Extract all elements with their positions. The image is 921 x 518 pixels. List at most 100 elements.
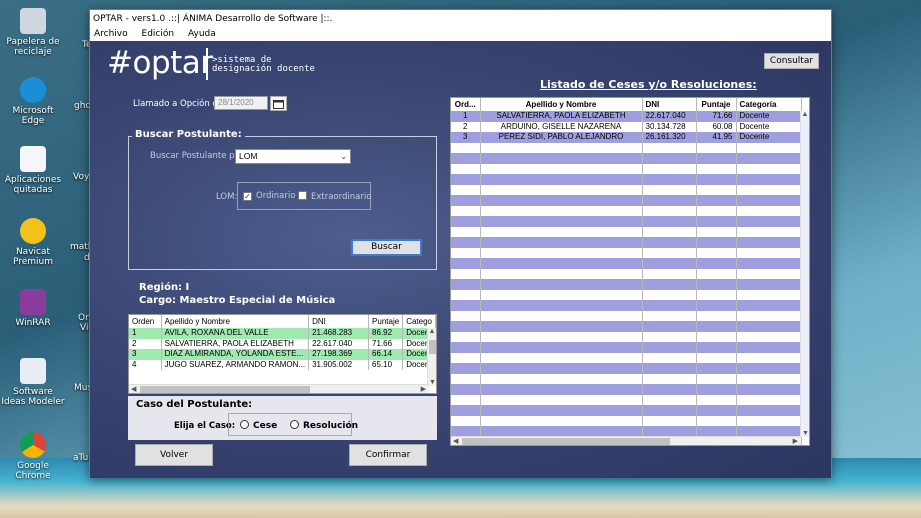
empty-table-row[interactable] bbox=[451, 279, 802, 290]
table-cell bbox=[451, 384, 481, 395]
calendar-button[interactable] bbox=[270, 96, 287, 111]
ceses-grid[interactable]: Ord... Apellido y Nombre DNI Puntaje Cat… bbox=[450, 97, 810, 446]
empty-table-row[interactable] bbox=[451, 352, 802, 363]
empty-table-row[interactable] bbox=[451, 184, 802, 195]
empty-table-row[interactable] bbox=[451, 394, 802, 405]
table-cell bbox=[480, 174, 643, 185]
col-header-puntaje[interactable]: Puntaje bbox=[696, 98, 737, 111]
empty-table-row[interactable] bbox=[451, 426, 802, 437]
table-cell bbox=[736, 258, 802, 269]
empty-table-row[interactable] bbox=[451, 342, 802, 353]
resolucion-radio[interactable]: Resolución bbox=[290, 420, 358, 431]
menu-edicion[interactable]: Edición bbox=[142, 29, 175, 39]
col-header-orden[interactable]: Ord... bbox=[451, 98, 481, 111]
table-row[interactable]: 1 AVILA, ROXANA DEL VALLE 21.468.283 86.… bbox=[129, 328, 436, 339]
scroll-up-icon[interactable]: ▲ bbox=[802, 111, 809, 118]
col-header-categoria[interactable]: Categoría bbox=[736, 98, 802, 111]
desktop-icon-chrome[interactable]: Google Chrome bbox=[0, 432, 66, 481]
edge-icon bbox=[20, 77, 46, 103]
table-cell bbox=[696, 289, 737, 300]
consultar-button[interactable]: Consultar bbox=[764, 53, 819, 69]
empty-table-row[interactable] bbox=[451, 363, 802, 374]
empty-table-row[interactable] bbox=[451, 384, 802, 395]
empty-table-row[interactable] bbox=[451, 174, 802, 185]
table-row[interactable]: 3 DIAZ ALMIRANDA, YOLANDA ESTE... 27.198… bbox=[129, 349, 436, 360]
scroll-thumb[interactable] bbox=[462, 438, 670, 445]
empty-table-row[interactable] bbox=[451, 163, 802, 174]
table-cell: 1 bbox=[129, 328, 162, 339]
scroll-down-icon[interactable]: ▼ bbox=[801, 430, 809, 437]
empty-table-row[interactable] bbox=[451, 153, 802, 164]
menu-archivo[interactable]: Archivo bbox=[94, 29, 128, 39]
volver-button[interactable]: Volver bbox=[135, 444, 213, 466]
table-cell bbox=[736, 142, 802, 153]
empty-table-row[interactable] bbox=[451, 405, 802, 416]
table-cell bbox=[480, 373, 643, 384]
empty-table-row[interactable] bbox=[451, 226, 802, 237]
scroll-right-icon[interactable]: ▶ bbox=[421, 385, 426, 393]
empty-table-row[interactable] bbox=[451, 216, 802, 227]
empty-table-row[interactable] bbox=[451, 373, 802, 384]
ordinario-checkbox[interactable]: ✓ Ordinario bbox=[243, 191, 295, 201]
desktop-icon-modeler[interactable]: Software Ideas Modeler bbox=[0, 358, 66, 407]
table-row[interactable]: 2 SALVATIERRA, PAOLA ELIZABETH 22.617.04… bbox=[129, 338, 436, 349]
cese-radio[interactable]: Cese bbox=[240, 420, 277, 431]
empty-table-row[interactable] bbox=[451, 142, 802, 153]
scroll-left-icon[interactable]: ◀ bbox=[453, 437, 458, 445]
empty-table-row[interactable] bbox=[451, 205, 802, 216]
empty-table-row[interactable] bbox=[451, 310, 802, 321]
postulantes-grid[interactable]: Orden Apellido y Nombre DNI Puntaje Cate… bbox=[128, 314, 437, 394]
extraordinario-checkbox[interactable]: Extraordinario bbox=[298, 191, 371, 202]
empty-table-row[interactable] bbox=[451, 258, 802, 269]
ceses-hscrollbar[interactable]: ◀ ▶ bbox=[451, 436, 801, 445]
empty-table-row[interactable] bbox=[451, 237, 802, 248]
desktop-icon-aplicaciones[interactable]: Aplicaciones quitadas bbox=[0, 146, 66, 195]
table-cell bbox=[480, 226, 643, 237]
table-row[interactable]: 2 ARDUINO, GISELLE NAZARENA 30.134.728 6… bbox=[451, 121, 802, 132]
confirmar-button[interactable]: Confirmar bbox=[349, 444, 427, 466]
empty-table-row[interactable] bbox=[451, 331, 802, 342]
table-cell bbox=[480, 426, 643, 437]
col-header-apellido[interactable]: Apellido y Nombre bbox=[161, 315, 310, 328]
table-row[interactable]: 1 SALVATIERRA, PAOLA ELIZABETH 22.617.04… bbox=[451, 111, 802, 122]
table-cell bbox=[736, 289, 802, 300]
empty-table-row[interactable] bbox=[451, 195, 802, 206]
table-cell bbox=[480, 247, 643, 258]
table-cell: 31.905.002 bbox=[308, 359, 370, 370]
col-header-categoria[interactable]: Catego bbox=[402, 315, 436, 328]
buscar-button[interactable]: Buscar bbox=[351, 239, 422, 256]
desktop-icon-recycle-bin[interactable]: Papelera de reciclaje bbox=[0, 8, 66, 57]
empty-table-row[interactable] bbox=[451, 268, 802, 279]
table-cell bbox=[736, 268, 802, 279]
scroll-left-icon[interactable]: ◀ bbox=[131, 385, 136, 393]
col-header-puntaje[interactable]: Puntaje bbox=[368, 315, 404, 328]
table-row[interactable]: 3 PEREZ SIDI, PABLO ALEJANDRO 26.161.320… bbox=[451, 132, 802, 143]
llamado-date-field[interactable]: 28/1/2020 bbox=[214, 96, 268, 110]
scroll-thumb[interactable] bbox=[429, 340, 436, 354]
empty-table-row[interactable] bbox=[451, 321, 802, 332]
table-cell bbox=[451, 426, 481, 437]
table-row[interactable]: 4 JUGO SUAREZ, ARMANDO RAMON... 31.905.0… bbox=[129, 359, 436, 370]
empty-table-row[interactable] bbox=[451, 289, 802, 300]
desktop-icon-navicat[interactable]: Navicat Premium bbox=[0, 218, 66, 267]
desktop-icon-winrar[interactable]: WinRAR bbox=[0, 289, 66, 328]
postulantes-vscrollbar[interactable]: ▲ ▼ bbox=[427, 328, 436, 386]
ceses-vscrollbar[interactable]: ▲ ▼ bbox=[800, 111, 809, 437]
col-header-apellido[interactable]: Apellido y Nombre bbox=[480, 98, 643, 111]
col-header-dni[interactable]: DNI bbox=[642, 98, 697, 111]
scroll-down-icon[interactable]: ▼ bbox=[428, 379, 436, 386]
desktop-icon-edge[interactable]: Microsoft Edge bbox=[0, 77, 66, 126]
empty-table-row[interactable] bbox=[451, 300, 802, 311]
col-header-dni[interactable]: DNI bbox=[308, 315, 370, 328]
postulantes-hscrollbar[interactable]: ◀ ▶ bbox=[129, 384, 429, 393]
scroll-thumb[interactable] bbox=[140, 386, 310, 393]
table-cell bbox=[451, 415, 481, 426]
empty-table-row[interactable] bbox=[451, 247, 802, 258]
empty-table-row[interactable] bbox=[451, 415, 802, 426]
table-cell: PEREZ SIDI, PABLO ALEJANDRO bbox=[480, 132, 643, 143]
table-cell bbox=[451, 247, 481, 258]
col-header-orden[interactable]: Orden bbox=[129, 315, 162, 328]
buscar-por-select[interactable]: LOM ⌄ bbox=[235, 149, 351, 164]
scroll-right-icon[interactable]: ▶ bbox=[793, 437, 798, 445]
menu-ayuda[interactable]: Ayuda bbox=[188, 29, 216, 39]
